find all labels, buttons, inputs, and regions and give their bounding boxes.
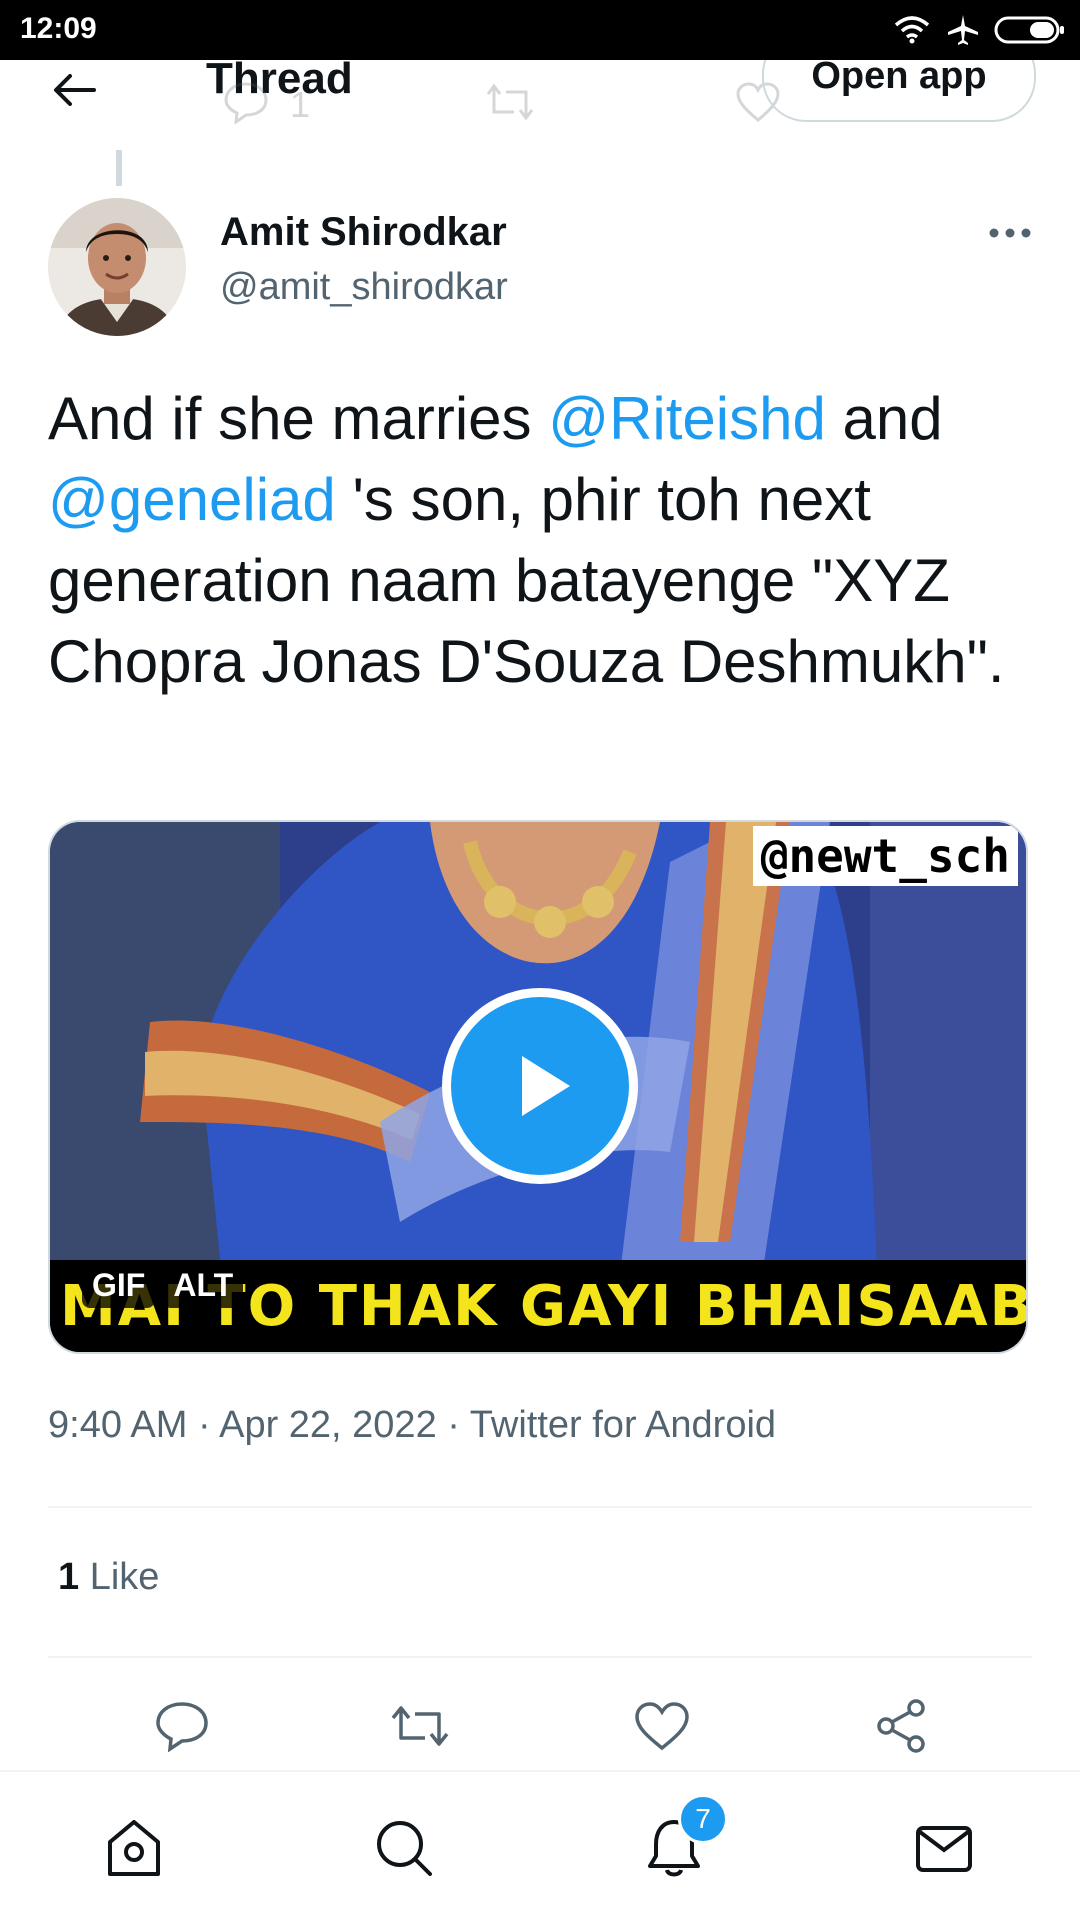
status-bar: 12:09 [0,0,1080,60]
more-horizontal-icon [989,228,1031,238]
home-icon [108,1820,160,1876]
retweet-icon [486,83,534,121]
ghost-reply-count: 1 [290,84,311,125]
nav-search[interactable] [368,1812,440,1884]
thread-connector-line [116,150,122,186]
retweet-icon [391,1706,449,1746]
mention-link[interactable]: @Riteishd [548,385,826,452]
reply-button[interactable] [150,1694,214,1758]
likes-count: 1 [58,1556,80,1598]
like-button[interactable] [630,1694,694,1758]
media-watermark: @newt_sch [752,826,1018,886]
thread-header: Thread 1 Open app [0,60,1080,150]
author-handle[interactable]: @amit_shirodkar [220,266,508,309]
status-icons [892,12,1066,48]
media-badges: GIF ALT [82,1263,244,1308]
back-button[interactable] [46,60,102,120]
heart-icon [635,1702,689,1751]
mention-link[interactable]: @geneliad [48,466,336,533]
divider [48,1656,1032,1658]
tweet-text-part: And if she marries [48,385,549,452]
mail-icon [916,1826,972,1872]
tweet-timestamp[interactable]: 9:40 AM · Apr 22, 2022 · Twitter for And… [48,1404,776,1447]
tweet-actions [0,1694,1080,1764]
comment-icon [156,1702,208,1752]
open-app-button[interactable]: Open app [762,60,1036,122]
bottom-navigation: 7 [0,1770,1080,1922]
wifi-icon [894,16,930,44]
notification-badge: 7 [678,1794,728,1844]
more-options-button[interactable] [980,218,1040,248]
comment-icon [224,82,268,124]
search-icon [377,1821,432,1876]
share-button[interactable] [870,1694,934,1758]
divider [48,1506,1032,1508]
avatar[interactable] [48,198,186,336]
retweet-button[interactable] [388,1694,452,1758]
tweet-text-part: and [825,385,943,452]
arrow-left-icon [54,74,96,106]
airplane-icon [948,15,978,45]
tweet-text: And if she marries @Riteishd and @geneli… [48,378,1038,702]
gif-media[interactable]: @newt_sch MAI TO THAK GAYI BHAISAAB GIF … [48,820,1028,1354]
share-icon [877,1699,925,1753]
likes-label: Like [79,1556,160,1598]
alt-badge[interactable]: ALT [163,1263,244,1308]
avatar-photo [48,198,186,336]
likes-count-link[interactable]: 1 Like [58,1556,159,1599]
author-display-name[interactable]: Amit Shirodkar [220,210,507,255]
nav-messages[interactable] [908,1812,980,1884]
gif-badge: GIF [82,1263,156,1308]
nav-home[interactable] [98,1812,170,1884]
battery-icon [994,16,1064,44]
play-icon [522,1056,570,1116]
play-button[interactable] [442,988,638,1184]
status-time: 12:09 [20,12,97,45]
